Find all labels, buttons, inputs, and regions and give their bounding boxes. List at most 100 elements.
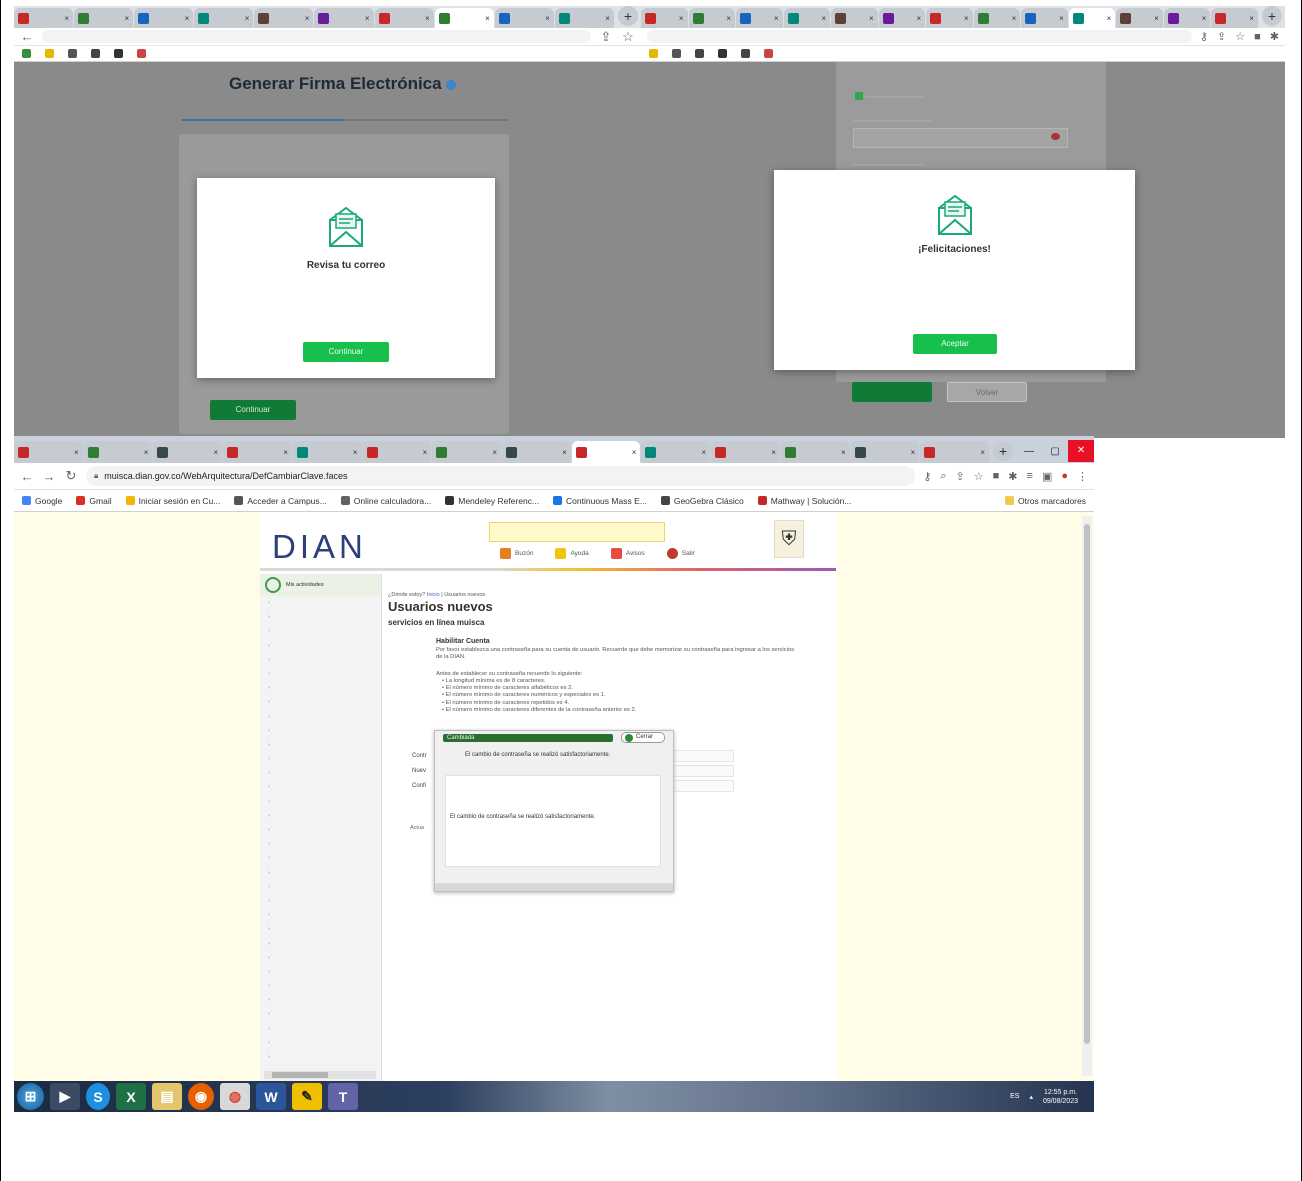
reload-icon[interactable]: ↻ <box>64 468 78 484</box>
tab-close-icon[interactable]: × <box>605 14 610 23</box>
sidebar-item[interactable] <box>260 1036 381 1050</box>
start-button[interactable]: ⊞ <box>17 1083 44 1110</box>
browser-tab[interactable]: × <box>314 8 374 28</box>
right-bookmark[interactable] <box>718 49 727 58</box>
browser-tab[interactable]: × <box>973 8 1021 28</box>
update-button[interactable]: Actua <box>410 825 424 831</box>
tab-close-icon[interactable]: × <box>365 14 370 23</box>
sidebar-item[interactable] <box>260 610 381 624</box>
new-tab-button[interactable]: + <box>993 441 1014 461</box>
tab-close-icon[interactable]: × <box>185 14 190 23</box>
browser-tab[interactable]: × <box>223 441 292 463</box>
tab-close-icon[interactable]: × <box>632 448 637 457</box>
browser-tab[interactable]: × <box>254 8 314 28</box>
extension-icon[interactable]: ■ <box>1254 31 1261 43</box>
excel-icon[interactable]: X <box>116 1083 146 1110</box>
other-bookmarks[interactable]: Otros marcadores <box>1004 496 1086 506</box>
bookmark-item[interactable]: Online calculadora... <box>340 496 431 506</box>
forward-icon[interactable]: → <box>42 469 56 484</box>
sidebar-item[interactable] <box>260 1022 381 1036</box>
browser-tab[interactable]: × <box>831 8 878 28</box>
tab-close-icon[interactable]: × <box>702 448 707 457</box>
reading-list-icon[interactable]: ≡ <box>1027 470 1033 482</box>
tab-close-icon[interactable]: × <box>125 14 130 23</box>
browser-tab[interactable]: × <box>83 441 153 463</box>
browser-tab[interactable]: × <box>1021 8 1068 28</box>
dian-logo[interactable]: DIAN <box>272 528 367 566</box>
tab-close-icon[interactable]: × <box>917 14 922 23</box>
tab-close-icon[interactable]: × <box>283 448 288 457</box>
sidebar-item[interactable] <box>260 596 381 610</box>
key-icon[interactable]: ⚷ <box>1200 30 1208 43</box>
tab-close-icon[interactable]: × <box>980 448 985 457</box>
tab-close-icon[interactable]: × <box>485 14 490 23</box>
browser-tab[interactable]: × <box>494 8 554 28</box>
bookmark-item[interactable]: Iniciar sesión en Cu... <box>125 496 220 506</box>
browser-tab[interactable]: × <box>374 8 434 28</box>
bookmark-star-icon[interactable]: ☆ <box>974 470 984 483</box>
browser-tab[interactable]: × <box>554 8 614 28</box>
maximize-icon[interactable]: ▢ <box>1042 446 1068 457</box>
tab-close-icon[interactable]: × <box>425 14 430 23</box>
sidebar-item[interactable] <box>260 851 381 865</box>
new-tab-button[interactable]: + <box>617 6 638 26</box>
sidebar-item[interactable] <box>260 667 381 681</box>
sidebar-item[interactable] <box>260 908 381 922</box>
browser-tab[interactable]: × <box>711 441 780 463</box>
left-bookmark[interactable] <box>114 49 123 58</box>
sidebar-item[interactable] <box>260 823 381 837</box>
nav-mailbox[interactable]: Buzón <box>500 548 533 559</box>
menu-kebab-icon[interactable]: ⋮ <box>1077 470 1088 483</box>
sidebar-item[interactable] <box>260 653 381 667</box>
bookmark-item[interactable]: Continuous Mass E... <box>553 496 647 506</box>
right-bookmark[interactable] <box>672 49 681 58</box>
sidebar-item[interactable] <box>260 979 381 993</box>
bookmark-star-icon[interactable]: ☆ <box>621 29 635 45</box>
share-icon[interactable]: ⇪ <box>599 29 613 45</box>
bookmark-star-icon[interactable]: ☆ <box>1235 30 1245 43</box>
sidebar-item[interactable] <box>260 710 381 724</box>
bookmark-item[interactable]: Gmail <box>76 496 112 506</box>
sidebar-item[interactable] <box>260 894 381 908</box>
paint-icon[interactable]: ✎ <box>292 1083 322 1110</box>
tab-close-icon[interactable]: × <box>64 14 69 23</box>
tab-close-icon[interactable]: × <box>771 448 776 457</box>
media-player-icon[interactable]: ▶ <box>50 1083 80 1110</box>
sidebar-item[interactable] <box>260 752 381 766</box>
sidebar-item[interactable] <box>260 780 381 794</box>
tab-close-icon[interactable]: × <box>353 448 358 457</box>
modal-accept-button[interactable]: Aceptar <box>913 334 997 354</box>
tab-close-icon[interactable]: × <box>679 14 684 23</box>
browser-tab[interactable]: × <box>926 8 973 28</box>
nav-notices[interactable]: Avisos <box>610 548 645 559</box>
tab-close-icon[interactable]: × <box>911 448 916 457</box>
browser-tab[interactable]: × <box>292 441 362 463</box>
bookmark-item[interactable]: Mathway | Solución... <box>757 496 851 506</box>
tab-close-icon[interactable]: × <box>144 448 149 457</box>
tab-close-icon[interactable]: × <box>423 448 428 457</box>
browser-tab[interactable]: × <box>1163 8 1211 28</box>
sidebar-item[interactable] <box>260 837 381 851</box>
browser-tab[interactable]: × <box>878 8 926 28</box>
browser-tab[interactable]: × <box>194 8 254 28</box>
new-tab-button[interactable]: + <box>1261 6 1282 26</box>
share-icon[interactable]: ⇪ <box>956 470 965 483</box>
browser-tab[interactable]: × <box>74 8 134 28</box>
sidebar-item[interactable] <box>260 993 381 1007</box>
sidebar-item[interactable] <box>260 951 381 965</box>
browser-tab[interactable]: × <box>14 441 83 463</box>
tab-close-icon[interactable]: × <box>821 14 826 23</box>
tab-close-icon[interactable]: × <box>1059 14 1064 23</box>
breadcrumb-home-link[interactable]: Inicio <box>427 592 440 598</box>
tab-close-icon[interactable]: × <box>562 448 567 457</box>
sidebar-item[interactable] <box>260 695 381 709</box>
browser-tab[interactable]: × <box>688 8 736 28</box>
left-bookmark[interactable] <box>22 49 31 58</box>
sidebar-item[interactable] <box>260 738 381 752</box>
sidebar-item[interactable] <box>260 639 381 653</box>
firefox-icon[interactable]: ◉ <box>188 1083 214 1110</box>
right-bookmark[interactable] <box>741 49 750 58</box>
skype-icon[interactable]: S <box>86 1083 110 1110</box>
nav-help[interactable]: Ayuda <box>555 548 589 559</box>
sidebar-h-scrollbar[interactable] <box>264 1071 376 1079</box>
